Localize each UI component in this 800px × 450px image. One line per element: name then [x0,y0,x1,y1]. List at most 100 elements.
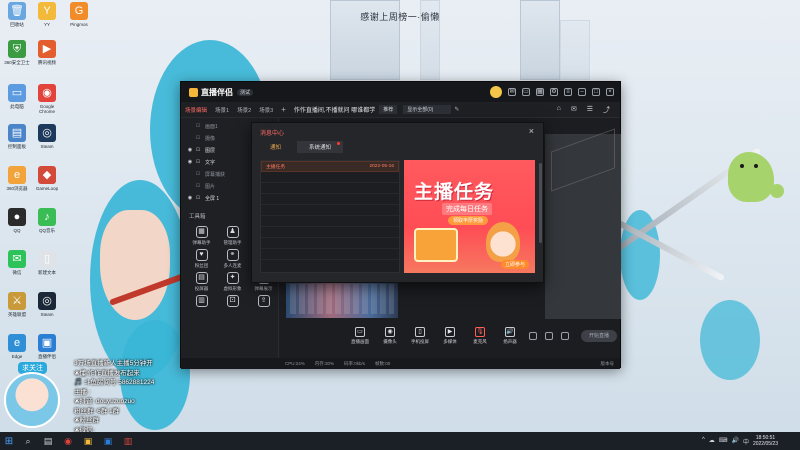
app-titlebar: 直播伴侣 测试 ✉ ▭ ▦ ⚙ ≡ – □ × [181,82,620,102]
tool-icon: ⚭ [226,249,239,261]
mail-icon[interactable]: ✉ [508,88,516,96]
edit-icon[interactable]: ✎ [454,106,459,113]
screen-icon[interactable]: ▭ [522,88,530,96]
taskbar-app-icon[interactable]: ▤ [41,434,55,448]
category-tag[interactable]: 推荐 [379,105,398,114]
category-dropdown[interactable]: 显示全部(0) [403,105,452,114]
desktop-icon[interactable]: ◎ Steam [32,292,62,322]
control-5[interactable]: 🎙 麦克风 [465,327,495,345]
settings-icon[interactable]: ⚙ [550,88,558,96]
control-4[interactable]: ▶ 多媒体 [435,327,465,345]
desktop-icon[interactable]: ▣ 直播伴侣 [32,334,62,364]
app-logo: 直播伴侣 [189,87,233,98]
tool-item[interactable]: ♟ 管理助手 [218,226,247,246]
dialog-close-icon[interactable]: × [529,126,534,136]
tool-item[interactable]: ⚭ 多人连麦 [218,249,247,269]
notify-icon[interactable]: ✉ [571,105,577,115]
message-item[interactable]: 主播任务 2022-05-16 [261,161,399,172]
maximize-icon[interactable]: □ [592,88,600,96]
gift-icon[interactable]: ⌂ [557,105,561,115]
tab-scene-2[interactable]: 场景2 [233,106,255,114]
tool-item[interactable]: ▤ 投屏器 [187,272,216,292]
tool-item[interactable]: ✦ 虚拟形象 [218,272,247,292]
eye-mini-icon[interactable] [545,332,553,340]
desktop-icon[interactable]: ◉ Google Chrome [32,84,62,114]
desktop-icon[interactable]: ▭ 此电脑 [2,84,32,114]
desktop-app-icon: ⚔ [8,292,26,310]
settings-mini-icon[interactable] [561,332,569,340]
desktop-icon[interactable]: Y YY [32,2,62,32]
desktop-icon[interactable]: ✉ 微信 [2,250,32,280]
clock[interactable]: 18:50:51 2022/05/23 [753,435,778,447]
dialog-scrollbar[interactable] [539,163,542,243]
mascot-image [486,222,520,262]
desktop-icon[interactable]: ♪ QQ音乐 [32,208,62,238]
tray-icon[interactable]: ^ [702,437,705,446]
tray-icon[interactable]: 中 [743,437,749,446]
lock-icon[interactable]: ⊡ [194,135,202,141]
system-tray: ^ ☁ ⌨ 🔊 中 18:50:51 2022/05/23 [702,435,778,447]
menu-icon[interactable]: ≡ [564,88,572,96]
control-3[interactable]: ▯ 手机投屏 [405,327,435,345]
desktop-icon[interactable]: ▤ 控制面板 [2,124,32,154]
lock-icon[interactable]: ⊡ [194,183,202,189]
tab-scene-3[interactable]: 场景3 [255,106,277,114]
control-icon: ▭ [355,327,365,337]
lock-icon[interactable]: ⊡ [194,159,202,165]
lock-icon[interactable]: ⊡ [194,123,202,129]
task-banner[interactable]: 主播任务 完成每日任务 领取丰厚奖励 立即参与 [404,160,535,273]
tray-icon[interactable]: ☁ [709,437,715,446]
desktop-icon[interactable]: ▯ 新建文本 [32,250,62,280]
share-icon[interactable]: ⤴ [603,105,610,115]
overlay-line: 🎵 斗鱼房间号 5862881224 [74,379,155,386]
fans-icon[interactable]: ☰ [587,105,593,115]
taskbar-app-icon[interactable]: ◉ [61,434,75,448]
camera-mini-icon[interactable] [529,332,537,340]
grid-icon[interactable]: ▦ [536,88,544,96]
desktop-icon[interactable]: G Pingmos [64,2,94,32]
eye-icon[interactable]: ◉ [186,195,194,201]
desktop-icon[interactable]: 🗑 回收站 [2,2,32,32]
desktop-icon[interactable]: ◎ Steam [32,124,62,154]
taskbar-app-icon[interactable]: ▣ [101,434,115,448]
lock-icon[interactable]: ⊡ [194,171,202,177]
desktop-icon[interactable]: ▶ 腾讯视频 [32,40,62,70]
eye-icon[interactable]: ◉ [186,159,194,165]
tray-icon[interactable]: 🔊 [731,437,738,446]
desktop-icon[interactable]: ● QQ [2,208,32,238]
control-1[interactable]: ▭ 直播画面 [345,327,375,345]
source-name: 图层 [205,147,216,154]
control-6[interactable]: 🔊 扬声器 [495,327,525,345]
add-scene-icon[interactable]: + [281,105,286,114]
desktop-icon[interactable]: e Edge [2,334,32,364]
streamer-avatar [4,372,60,428]
tool-item[interactable]: ♥ 粉丝团 [187,249,216,269]
taskbar-app-icon[interactable]: ⌕ [21,434,35,448]
tab-system-notice[interactable]: 系统通知 [297,141,344,153]
desktop-app-icon: ▭ [8,84,26,102]
avatar-coin-icon[interactable] [490,86,502,98]
desktop-icon[interactable]: ◆ GameLoop [32,166,62,196]
desktop-icon[interactable]: ⚔ 英雄联盟 [2,292,32,322]
close-icon[interactable]: × [606,88,614,96]
join-now-button[interactable]: 立即参与 [500,260,529,269]
tab-scene-edit[interactable]: 场景编辑 [181,106,211,114]
lock-icon[interactable]: ⊡ [194,195,202,201]
desktop-icon[interactable]: ⛨ 360安全卫士 [2,40,32,70]
status-version: 版本号 [600,360,615,366]
tab-notice[interactable]: 通知 [258,141,293,153]
tab-scene-1[interactable]: 场景1 [211,106,233,114]
taskbar-app-icon[interactable]: ▥ [121,434,135,448]
eye-icon[interactable]: ◉ [186,147,194,153]
tray-icon[interactable]: ⌨ [719,437,728,446]
control-2[interactable]: ◉ 摄像头 [375,327,405,345]
desktop-icon[interactable]: e 360浏览器 [2,166,32,196]
message-list: 主播任务 2022-05-16 [260,160,400,273]
start-live-button[interactable]: 开始直播 [581,330,617,342]
lock-icon[interactable]: ⊡ [194,147,202,153]
overlay-line: ❀粉丝群 [74,417,99,424]
taskbar-app-icon[interactable]: ▣ [81,434,95,448]
windows-start-icon[interactable]: ⊞ [0,432,18,450]
minimize-icon[interactable]: – [578,88,586,96]
tool-item[interactable]: ▦ 弹幕助手 [187,226,216,246]
